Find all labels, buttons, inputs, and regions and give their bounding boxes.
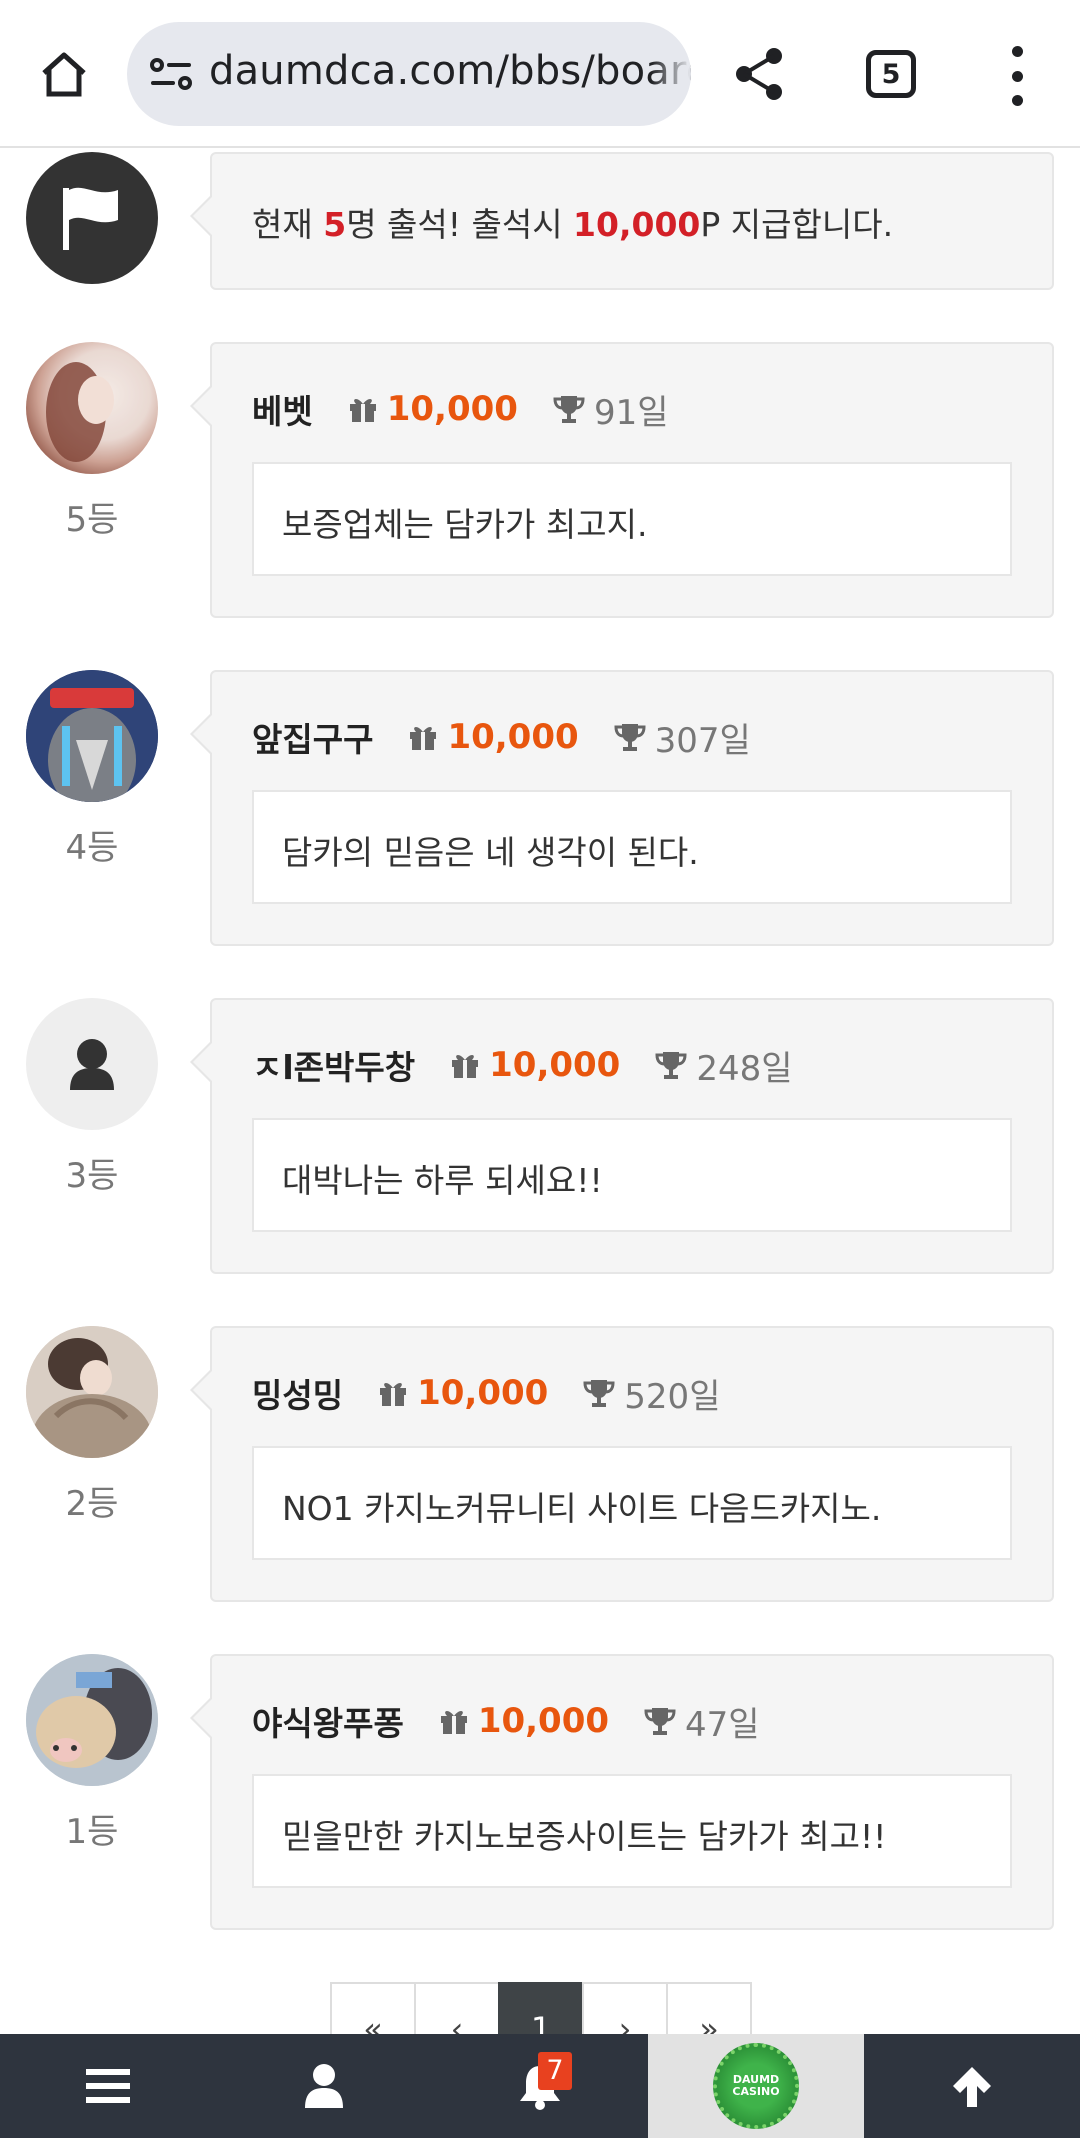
menu-button[interactable]	[0, 2034, 216, 2138]
default-user-icon	[70, 1039, 114, 1090]
notification-badge: 7	[538, 2052, 572, 2090]
gift-icon	[440, 1711, 467, 1734]
rank-label: 4등	[65, 828, 119, 868]
user-nickname[interactable]: 베벳	[252, 385, 313, 433]
more-menu-button[interactable]	[1000, 46, 1034, 106]
user-nickname[interactable]: 야식왕푸퐁	[252, 1697, 404, 1745]
attendance-entry: 야식왕푸퐁 10,000 47일 믿을만한 카지노보증사이트는 담카가 최고!!	[190, 1654, 1054, 1930]
comment-text: 보증업체는 담카가 최고지.	[282, 505, 648, 544]
attendance-entry: ㅈl존박두창 10,000 248일 대박나는 하루 되세요!!	[190, 998, 1054, 1274]
flag-icon	[63, 187, 118, 250]
home-icon	[42, 52, 86, 97]
gift-icon	[349, 399, 376, 422]
daumd-casino-logo: DAUMD CASINO	[713, 2043, 799, 2129]
arrow-up-icon	[953, 2067, 991, 2107]
rank-label: 2등	[65, 1484, 119, 1524]
attendance-days: 520일	[624, 1376, 721, 1417]
comment-box: 믿을만한 카지노보증사이트는 담카가 최고!!	[252, 1774, 1012, 1888]
user-nickname[interactable]: 앞집구구	[252, 713, 373, 761]
notice-text: 현재 5명 출석! 출석시 10,000P 지급합니다.	[252, 205, 894, 244]
comment-text: 대박나는 하루 되세요!!	[282, 1161, 603, 1200]
attendance-days: 307일	[654, 720, 751, 761]
url-text: daumdca.com/bbs/board	[209, 48, 691, 94]
points-value: 10,000	[417, 1373, 549, 1413]
comment-text: 믿을만한 카지노보증사이트는 담카가 최고!!	[282, 1817, 887, 1856]
hamburger-icon	[86, 2069, 130, 2103]
scroll-top-button[interactable]	[864, 2034, 1080, 2138]
user-avatar[interactable]	[26, 1326, 158, 1458]
points-value: 10,000	[447, 717, 579, 757]
tab-switcher-button[interactable]: 5	[866, 50, 916, 98]
attendance-days: 91일	[593, 392, 669, 433]
comment-box: NO1 카지노커뮤니티 사이트 다음드카지노.	[252, 1446, 1012, 1560]
rank-label: 3등	[65, 1156, 119, 1196]
kebab-dot	[1011, 95, 1023, 106]
address-bar[interactable]: daumdca.com/bbs/board	[127, 22, 691, 126]
comment-box: 보증업체는 담카가 최고지.	[252, 462, 1012, 576]
points-value: 10,000	[386, 389, 518, 429]
user-icon	[305, 2064, 343, 2108]
rank-label: 1등	[65, 1812, 119, 1852]
comment-text: 담카의 믿음은 네 생각이 된다.	[282, 833, 699, 872]
user-avatar[interactable]	[26, 342, 158, 474]
comment-text: NO1 카지노커뮤니티 사이트 다음드카지노.	[282, 1489, 882, 1528]
notice-flag-avatar	[26, 152, 158, 284]
comment-box: 대박나는 하루 되세요!!	[252, 1118, 1012, 1232]
points-value: 10,000	[489, 1045, 621, 1085]
bottom-nav: 7 DAUMD CASINO	[0, 2034, 1080, 2138]
attendance-days: 47일	[685, 1704, 760, 1745]
browser-toolbar: daumdca.com/bbs/board 5	[0, 0, 1080, 148]
home-button[interactable]	[34, 44, 94, 104]
site-logo-button[interactable]: DAUMD CASINO	[648, 2034, 864, 2138]
gift-icon	[380, 1383, 407, 1406]
trophy-icon	[614, 724, 646, 751]
attendance-notice: 현재 5명 출석! 출석시 10,000P 지급합니다.	[190, 152, 1054, 290]
kebab-dot	[1011, 46, 1023, 57]
gift-icon	[452, 1055, 479, 1078]
attendance-entry: 베벳 10,000 91일 보증업체는 담카가 최고지.	[190, 342, 1054, 618]
attendance-days: 248일	[696, 1048, 793, 1089]
site-settings-icon	[150, 58, 192, 90]
user-avatar[interactable]	[26, 998, 158, 1130]
user-nickname[interactable]: 밍성밍	[252, 1369, 343, 1417]
rank-label: 5등	[65, 500, 119, 540]
points-value: 10,000	[477, 1701, 610, 1741]
share-button[interactable]	[730, 44, 790, 104]
trophy-icon	[655, 1052, 687, 1079]
trophy-icon	[553, 396, 585, 423]
comment-box: 담카의 믿음은 네 생각이 된다.	[252, 790, 1012, 904]
user-avatar[interactable]	[26, 670, 158, 802]
gift-icon	[410, 727, 437, 750]
trophy-icon	[583, 1380, 615, 1407]
kebab-dot	[1011, 70, 1023, 82]
user-button[interactable]	[216, 2034, 432, 2138]
user-nickname[interactable]: ㅈl존박두창	[252, 1041, 415, 1089]
trophy-icon	[644, 1708, 676, 1735]
share-icon	[736, 48, 782, 100]
attendance-entry: 밍성밍 10,000 520일 NO1 카지노커뮤니티 사이트 다음드카지노.	[190, 1326, 1054, 1602]
page-content: 현재 5명 출석! 출석시 10,000P 지급합니다. 5등 베벳 10,00…	[0, 0, 1080, 2138]
user-avatar[interactable]	[26, 1654, 158, 1786]
attendance-entry: 앞집구구 10,000 307일 담카의 믿음은 네 생각이 된다.	[190, 670, 1054, 946]
